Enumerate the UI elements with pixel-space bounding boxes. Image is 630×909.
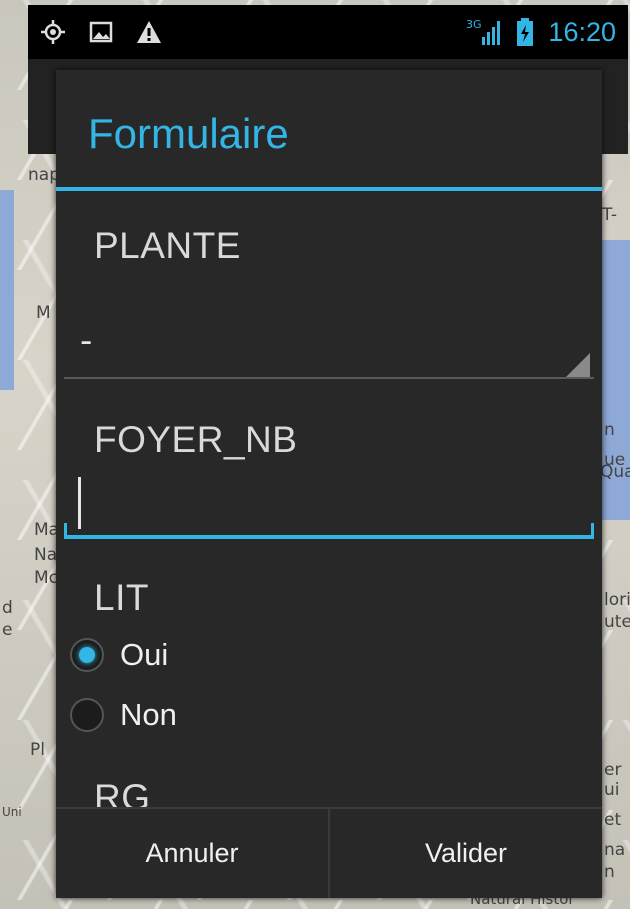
map-label: Pl <box>30 740 45 760</box>
text-cursor <box>78 477 81 529</box>
map-label: Mc <box>34 568 59 588</box>
image-icon <box>89 21 113 43</box>
radio-option-non[interactable]: Non <box>70 697 177 733</box>
confirm-button[interactable]: Valider <box>330 809 602 898</box>
lit-label: LIT <box>94 577 149 618</box>
radio-option-oui[interactable]: Oui <box>70 637 168 673</box>
plante-label: PLANTE <box>94 225 241 266</box>
form-dialog: Formulaire PLANTE - FOYER_NB LIT Oui Non… <box>56 70 602 898</box>
map-label: n <box>604 862 615 882</box>
dialog-content[interactable]: PLANTE - FOYER_NB LIT Oui Non RG <box>56 191 602 807</box>
map-label: ui <box>604 780 620 800</box>
status-bar: 3G 16:20 <box>28 5 628 59</box>
radio-unchecked-icon[interactable] <box>70 698 104 732</box>
clock: 16:20 <box>548 16 616 47</box>
location-icon <box>41 20 65 44</box>
map-label: d <box>2 598 13 618</box>
map-label: et <box>604 810 622 830</box>
foyer-nb-label: FOYER_NB <box>94 419 298 460</box>
map-label: lori <box>604 590 630 610</box>
map-label: T- <box>602 205 617 225</box>
dialog-buttons: Annuler Valider <box>56 807 602 898</box>
radio-label: Oui <box>120 637 169 672</box>
map-label: Qua <box>600 462 630 482</box>
map-label: Na <box>34 545 58 565</box>
spinner-arrow-icon <box>566 353 590 377</box>
map-label: er <box>604 760 622 780</box>
cancel-button[interactable]: Annuler <box>56 809 328 898</box>
radio-checked-icon[interactable] <box>70 638 104 672</box>
map-label: e <box>2 620 13 640</box>
radio-label: Non <box>120 697 177 732</box>
warning-icon <box>137 21 161 43</box>
map-label: n <box>604 420 615 440</box>
battery-icon <box>517 18 534 46</box>
signal-icon: 3G <box>466 18 501 45</box>
spinner-underline <box>64 377 594 379</box>
map-label: M <box>36 303 51 323</box>
map-label: ute <box>604 612 630 632</box>
rg-label: RG <box>94 777 151 807</box>
input-underline <box>64 535 594 539</box>
map-label: Uni <box>2 805 22 819</box>
plante-spinner-value: - <box>80 321 93 361</box>
map-label: na <box>604 840 626 860</box>
svg-text:3G: 3G <box>466 18 482 31</box>
input-underline <box>591 523 594 537</box>
dialog-title: Formulaire <box>88 110 289 157</box>
map-water <box>0 190 14 390</box>
